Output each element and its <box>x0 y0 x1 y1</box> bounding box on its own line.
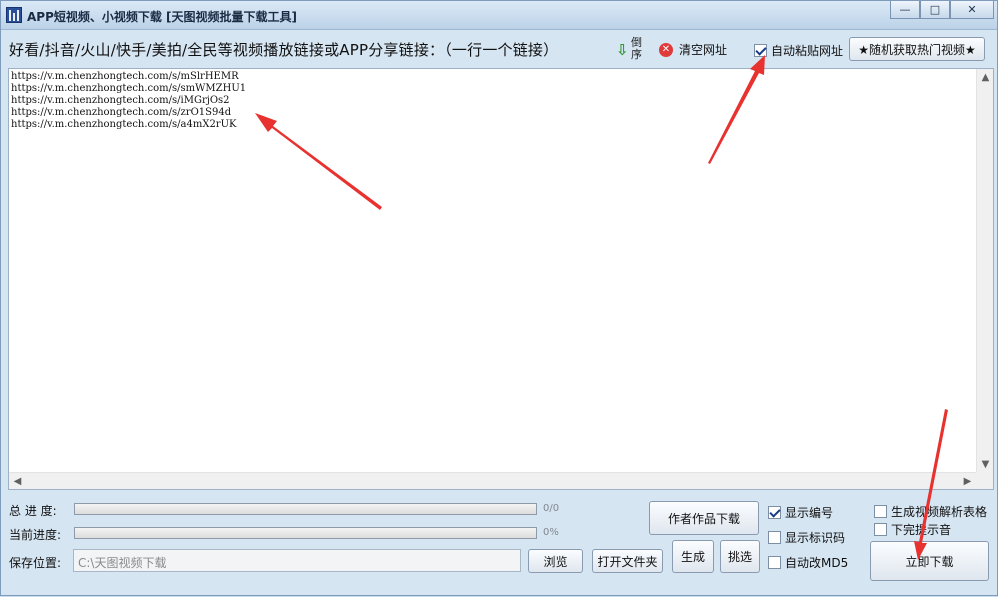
generate-button[interactable]: 生成 <box>672 540 714 573</box>
total-progress-value: 0/0 <box>543 503 560 514</box>
vertical-scrollbar[interactable]: ▲ ▼ <box>976 69 993 473</box>
link-line: https://v.m.chenzhongtech.com/s/a4mX2rUK <box>11 119 237 130</box>
option-done-sound[interactable]: 下完提示音 <box>874 521 951 538</box>
link-line: https://v.m.chenzhongtech.com/s/iMGrjOs2 <box>11 95 230 106</box>
window-controls: — □ ✕ <box>890 1 994 19</box>
open-folder-button[interactable]: 打开文件夹 <box>592 549 663 573</box>
pick-button[interactable]: 挑选 <box>720 540 760 573</box>
scrollbar-corner <box>976 472 993 489</box>
scroll-down-icon[interactable]: ▼ <box>977 456 994 473</box>
option-show-id-code[interactable]: 显示标识码 <box>768 529 845 546</box>
link-line: https://v.m.chenzhongtech.com/s/zrO1S94d <box>11 107 232 118</box>
clear-icon: ✕ <box>659 42 673 57</box>
checkbox-icon[interactable] <box>768 556 781 569</box>
auto-paste-label: 自动粘贴网址 <box>771 44 844 58</box>
links-textarea[interactable]: https://v.m.chenzhongtech.com/s/mSlrHEMR… <box>8 68 994 490</box>
option-label: 生成视频解析表格 <box>891 505 988 519</box>
total-progress-label: 总 进 度: <box>9 504 57 518</box>
reverse-order-button[interactable]: ⇩ 倒序 <box>616 37 646 63</box>
clear-urls-button[interactable]: ✕ 清空网址 <box>659 41 727 58</box>
checkbox-icon[interactable] <box>768 531 781 544</box>
links-list: https://v.m.chenzhongtech.com/s/mSlrHEMR… <box>11 71 246 131</box>
option-label: 显示标识码 <box>785 531 846 545</box>
current-progress-label: 当前进度: <box>9 528 62 542</box>
checkbox-icon[interactable] <box>874 523 887 536</box>
window-title: APP短视频、小视频下载 [天图视频批量下载工具] <box>27 10 298 24</box>
save-path-field[interactable]: C:\天图视频下载 <box>73 549 521 572</box>
download-now-button[interactable]: 立即下载 <box>870 541 989 581</box>
scroll-left-icon[interactable]: ◀ <box>9 473 26 490</box>
title-bar[interactable]: APP短视频、小视频下载 [天图视频批量下载工具] — □ ✕ <box>1 1 997 30</box>
random-hot-videos-button[interactable]: ★随机获取热门视频★ <box>849 37 985 61</box>
option-generate-parse-table[interactable]: 生成视频解析表格 <box>874 503 987 520</box>
scroll-up-icon[interactable]: ▲ <box>977 69 994 86</box>
current-progress-bar <box>74 527 537 539</box>
checkbox-icon[interactable] <box>768 506 781 519</box>
option-label: 自动改MD5 <box>785 556 849 570</box>
link-line: https://v.m.chenzhongtech.com/s/mSlrHEMR <box>11 71 239 82</box>
option-label: 显示编号 <box>785 506 834 520</box>
scroll-right-icon[interactable]: ▶ <box>959 473 976 490</box>
option-auto-md5[interactable]: 自动改MD5 <box>768 554 848 571</box>
link-input-prompt: 好看/抖音/火山/快手/美拍/全民等视频播放链接或APP分享链接：（一行一个链接… <box>9 41 559 59</box>
minimize-button[interactable]: — <box>890 1 920 19</box>
current-progress-value: 0% <box>543 527 559 538</box>
total-progress-bar <box>74 503 537 515</box>
option-label: 下完提示音 <box>891 523 952 537</box>
option-show-number[interactable]: 显示编号 <box>768 504 833 521</box>
checkbox-icon[interactable] <box>874 505 887 518</box>
checkbox-icon[interactable] <box>754 44 767 57</box>
clear-urls-label: 清空网址 <box>679 43 728 57</box>
horizontal-scrollbar[interactable]: ◀ ▶ <box>9 472 993 489</box>
app-logo-icon <box>6 7 22 23</box>
reverse-order-label: 倒序 <box>631 36 642 61</box>
maximize-button[interactable]: □ <box>920 1 950 19</box>
link-line: https://v.m.chenzhongtech.com/s/smWMZHU1 <box>11 83 247 94</box>
app-window: APP短视频、小视频下载 [天图视频批量下载工具] — □ ✕ 好看/抖音/火山… <box>0 0 998 596</box>
down-arrow-icon: ⇩ <box>616 41 629 59</box>
browse-button[interactable]: 浏览 <box>528 549 583 573</box>
save-location-label: 保存位置: <box>9 556 62 570</box>
auto-paste-checkbox[interactable]: 自动粘贴网址 <box>754 42 843 59</box>
author-works-download-button[interactable]: 作者作品下载 <box>649 501 759 535</box>
close-button[interactable]: ✕ <box>950 1 994 19</box>
